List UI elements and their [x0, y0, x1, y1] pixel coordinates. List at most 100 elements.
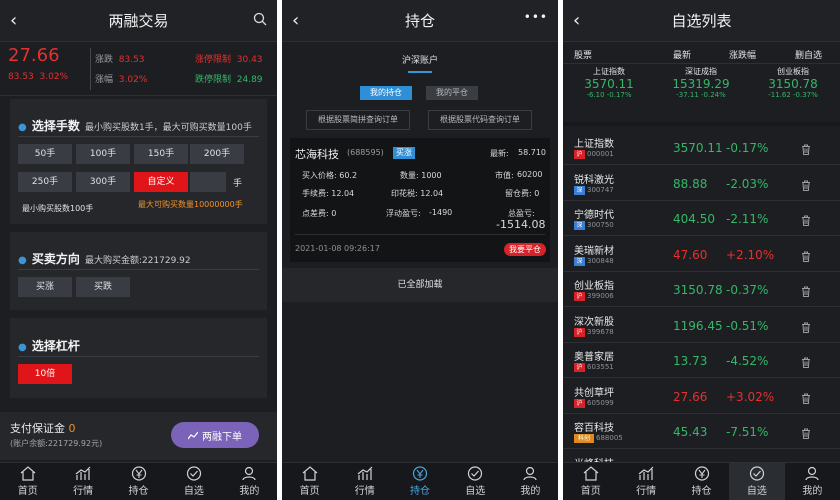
- qty-200-button[interactable]: 200手: [190, 144, 244, 164]
- change-value: 83.53: [118, 55, 145, 65]
- back-icon[interactable]: ‹: [10, 10, 17, 31]
- tab-market[interactable]: 行情: [337, 463, 392, 500]
- header: ‹ 自选列表: [563, 0, 840, 42]
- close-position-button[interactable]: 我要平仓: [504, 243, 546, 256]
- qty-100-button[interactable]: 100手: [76, 144, 130, 164]
- trash-icon[interactable]: [801, 424, 811, 443]
- index-card[interactable]: 上证指数 3570.11 -6.10 -0.17%: [563, 66, 655, 128]
- stock-price: 1196.45: [673, 318, 723, 333]
- tab-home[interactable]: 首页: [282, 463, 337, 500]
- stock-code: 399678: [587, 327, 614, 336]
- tab-my-closed[interactable]: 我的平仓: [426, 86, 478, 100]
- qty-custom-button[interactable]: 自定义: [134, 172, 188, 192]
- home-icon: [583, 466, 599, 481]
- index-card[interactable]: 创业板指 3150.78 -11.62 -0.37%: [747, 66, 839, 128]
- leverage-10x-button[interactable]: 10倍: [18, 364, 72, 384]
- stock-change: +2.10%: [726, 247, 775, 262]
- tab-position[interactable]: 持仓: [674, 463, 729, 500]
- chart-icon: [638, 466, 654, 480]
- tab-home[interactable]: 首页: [563, 463, 618, 500]
- trash-icon[interactable]: [801, 176, 811, 195]
- place-order-button[interactable]: 两融下单: [171, 422, 259, 448]
- qty-300-button[interactable]: 300手: [76, 172, 130, 192]
- back-icon[interactable]: ‹: [573, 10, 580, 31]
- tab-watchlist[interactable]: 自选: [448, 463, 503, 500]
- divider: [18, 356, 259, 357]
- user-icon: [523, 466, 538, 481]
- index-name: 深证成指: [685, 67, 717, 76]
- col-latest: 最新: [673, 51, 692, 61]
- watchlist-row[interactable]: 宁德时代深 300750 404.50 -2.11%: [563, 201, 840, 236]
- positions-screen: ‹ 持仓 ••• 沪深账户 我的持仓 我的平仓 根据股票简拼查询订单 根据股票代…: [282, 0, 558, 500]
- tab-mine[interactable]: 我的: [503, 463, 558, 500]
- watchlist-row[interactable]: 创业板指沪 399006 3150.78 -0.37%: [563, 272, 840, 307]
- custom-qty-input[interactable]: [190, 172, 226, 192]
- holding-card[interactable]: 芯海科技 (688595) 买涨 最新: 58.710 买入价格: 60.2 数…: [290, 138, 550, 262]
- stock-code: 000001: [587, 150, 614, 158]
- index-value: 15319.29: [672, 77, 730, 91]
- more-icon[interactable]: •••: [524, 10, 548, 24]
- search-icon[interactable]: [253, 12, 267, 30]
- trash-icon[interactable]: [801, 140, 811, 159]
- market-badge: 沪: [574, 327, 585, 337]
- stock-code-line: 沪 000001: [574, 150, 614, 159]
- qty-250-button[interactable]: 250手: [18, 172, 72, 192]
- tab-home[interactable]: 首页: [0, 463, 55, 500]
- buy-price: 买入价格: 60.2: [302, 171, 358, 180]
- tab-label: 我的: [802, 486, 823, 497]
- qty-150-button[interactable]: 150手: [134, 144, 188, 164]
- divider: [295, 234, 545, 235]
- buy-down-button[interactable]: 买跌: [76, 277, 130, 297]
- account-underline: [408, 71, 432, 73]
- chart-icon: [75, 466, 91, 480]
- stock-code-line: 沪 603551: [574, 363, 614, 372]
- qty-50-button[interactable]: 50手: [18, 144, 72, 164]
- tab-market[interactable]: 行情: [618, 463, 673, 500]
- trash-icon[interactable]: [801, 318, 811, 337]
- watchlist-row[interactable]: 美瑞新材深 300848 47.60 +2.10%: [563, 237, 840, 272]
- index-change: -6.10 -0.17%: [586, 91, 632, 99]
- tab-mine[interactable]: 我的: [222, 463, 277, 500]
- user-icon: [242, 466, 256, 481]
- index-card[interactable]: 深证成指 15319.29 -37.11 -0.24%: [655, 66, 747, 128]
- quantity-heading: ● 选择手数 最小购买股数1手，最大可购买数量100手: [18, 119, 252, 133]
- stock-code-line: 沪 399006: [574, 292, 614, 301]
- stock-code-line: 沪 605099: [574, 398, 614, 408]
- query-by-code-button[interactable]: 根据股票代码查询订单: [428, 110, 532, 130]
- leverage-title: 选择杠杆: [31, 339, 80, 353]
- watchlist-row[interactable]: 奥普家居沪 603551 13.73 -4.52%: [563, 343, 840, 378]
- watchlist-row[interactable]: 容百科技 科创 688005 45.43 -7.51%: [563, 414, 840, 449]
- trash-icon[interactable]: [801, 211, 811, 230]
- watchlist-row[interactable]: 共创草坪沪 605099 27.66 +3.02%: [563, 379, 840, 414]
- tab-position[interactable]: 持仓: [392, 463, 447, 500]
- account-tab[interactable]: 沪深账户: [282, 53, 558, 73]
- col-stock: 股票: [574, 51, 593, 61]
- market-value-label: 市值:: [495, 171, 514, 180]
- direction-badge: 买涨: [393, 147, 415, 159]
- trash-icon[interactable]: [801, 389, 811, 408]
- stock-code: 300747: [587, 185, 614, 194]
- amp-label: 涨幅: [95, 75, 114, 85]
- tab-market[interactable]: 行情: [55, 463, 110, 500]
- tab-watchlist[interactable]: 自选: [729, 463, 785, 500]
- col-delete: 删自选: [795, 51, 823, 61]
- watchlist-row[interactable]: 锐科激光深 300747 88.88 -2.03%: [563, 166, 840, 201]
- stock-code-line: 深 300747: [574, 185, 614, 195]
- back-icon[interactable]: ‹: [292, 10, 299, 31]
- trash-icon[interactable]: [801, 353, 811, 372]
- market-badge: 深: [574, 256, 585, 266]
- watchlist-row[interactable]: 深次新股沪 399678 1196.45 -0.51%: [563, 308, 840, 343]
- tab-position[interactable]: 持仓: [111, 463, 166, 500]
- buy-up-button[interactable]: 买涨: [18, 277, 72, 297]
- home-icon: [20, 466, 36, 481]
- trash-icon[interactable]: [801, 247, 811, 266]
- tab-my-holdings[interactable]: 我的持仓: [360, 86, 412, 100]
- tab-watchlist[interactable]: 自选: [166, 463, 221, 500]
- tab-mine[interactable]: 我的: [785, 463, 840, 500]
- stock-name: 深次新股: [574, 316, 614, 328]
- query-by-pinyin-button[interactable]: 根据股票简拼查询订单: [306, 110, 410, 130]
- limit-up-label: 涨停限制: [195, 55, 232, 65]
- page-title: 持仓: [404, 12, 435, 30]
- trash-icon[interactable]: [801, 282, 811, 301]
- watchlist-row[interactable]: 上证指数沪 000001 3570.11 -0.17%: [563, 130, 840, 165]
